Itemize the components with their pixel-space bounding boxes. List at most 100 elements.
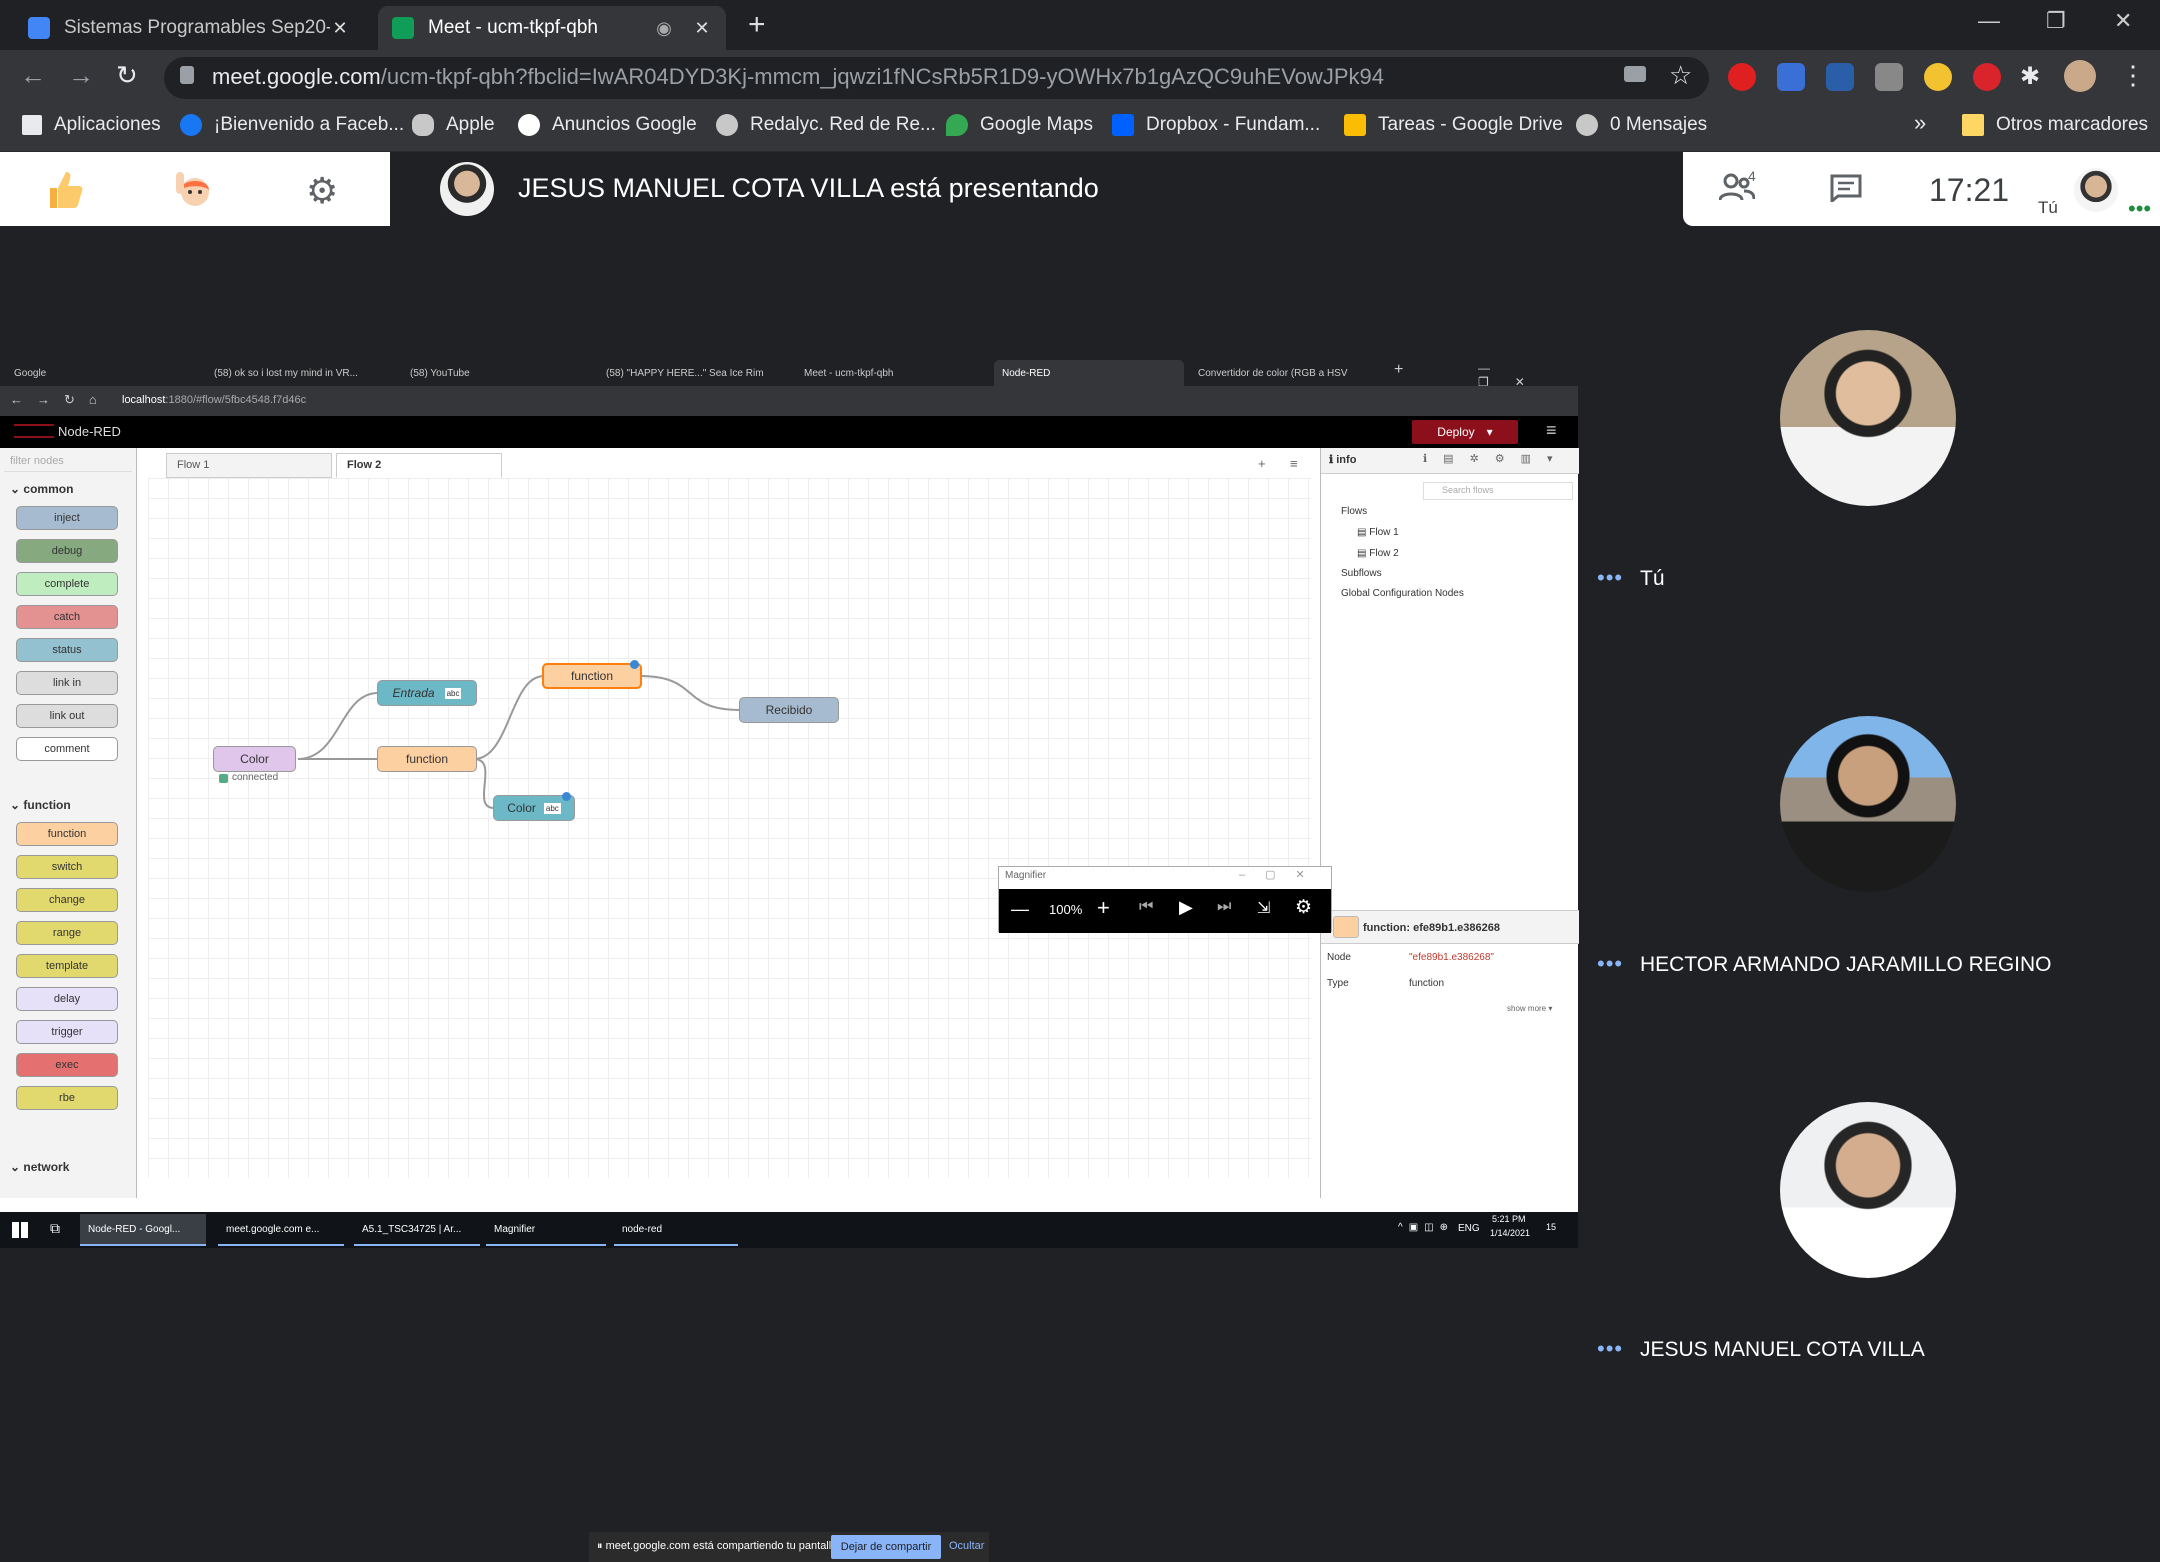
stop-sharing-button[interactable]: Dejar de compartir	[831, 1535, 941, 1559]
bookmark-redalyc[interactable]: Redalyc. Red de Re...	[716, 114, 936, 136]
function-node-icon	[1333, 916, 1359, 938]
browser-tab-meet[interactable]: Meet - ucm-tkpf-qbh ◉ ✕	[378, 6, 726, 50]
bookmark-google-drive[interactable]: Tareas - Google Drive	[1344, 114, 1563, 136]
global-config-heading[interactable]: Global Configuration Nodes	[1341, 588, 1464, 599]
changed-indicator	[630, 660, 639, 669]
shared-screen: Google (58) ok so i lost my mind in VR..…	[0, 356, 1579, 1562]
tray-icons[interactable]: ^▣◫⊕	[1398, 1222, 1454, 1233]
reload-icon[interactable]: ↻	[116, 60, 138, 91]
windows-start-icon[interactable]	[12, 1222, 28, 1238]
extensions-puzzle-icon[interactable]: ✱	[2020, 62, 2040, 91]
settings-gear-icon[interactable]: ⚙	[306, 170, 338, 212]
forward-icon[interactable]: →	[68, 60, 94, 91]
participant-name: Tú	[1640, 567, 1665, 590]
bookmark-google-maps[interactable]: Google Maps	[946, 114, 1093, 136]
participant-video-self[interactable]	[1780, 330, 1956, 506]
taskbar-item-node-red[interactable]: node-red	[614, 1214, 738, 1246]
search-flows-input[interactable]: Search flows	[1423, 482, 1573, 500]
tab-info[interactable]: ℹ info	[1329, 453, 1356, 466]
tab-title: Meet - ucm-tkpf-qbh	[428, 17, 598, 38]
new-tab-button[interactable]: +	[748, 8, 766, 42]
subflows-heading[interactable]: Subflows	[1341, 568, 1382, 579]
taskbar-item-chrome-meet[interactable]: meet.google.com e...	[218, 1214, 344, 1246]
participant-name: JESUS MANUEL COTA VILLA	[1640, 1338, 1925, 1361]
bookmark-facebook[interactable]: ¡Bienvenido a Faceb...	[180, 114, 404, 136]
bookmark-dropbox[interactable]: Dropbox - Fundam...	[1112, 114, 1320, 136]
presenter-avatar	[440, 162, 494, 216]
close-icon[interactable]: ✕	[692, 18, 712, 39]
type-key-label: Type	[1327, 978, 1349, 989]
meet-icon	[392, 17, 414, 39]
bookmark-google-ads[interactable]: Anuncios Google	[518, 114, 697, 136]
participant-count: 4	[1748, 168, 1756, 184]
classroom-icon	[28, 17, 50, 39]
participant-name: HECTOR ARMANDO JARAMILLO REGINO	[1640, 953, 2052, 976]
flows-heading[interactable]: Flows	[1341, 506, 1367, 517]
extension-icon[interactable]	[1875, 63, 1903, 91]
participant-video-hector[interactable]	[1780, 716, 1956, 892]
profile-avatar[interactable]	[2064, 60, 2096, 92]
camera-icon[interactable]	[1624, 66, 1646, 82]
hide-share-bar-button[interactable]: Ocultar	[949, 1540, 984, 1552]
node-info-title: function: efe89b1.e386268	[1363, 922, 1500, 934]
zoom-in-icon[interactable]: +	[1097, 895, 1110, 921]
participant-video-jesus[interactable]	[1780, 1102, 1956, 1278]
flow-item-2[interactable]: ▤ Flow 2	[1357, 548, 1399, 559]
minimize-icon[interactable]: —	[1978, 8, 2000, 34]
tray-time[interactable]: 5:21 PM	[1492, 1214, 1526, 1224]
task-view-icon[interactable]: ⧉	[50, 1220, 60, 1237]
magnifier-settings-icon[interactable]: ⚙	[1295, 896, 1312, 919]
taskbar-item-magnifier[interactable]: Magnifier	[486, 1214, 606, 1246]
show-more-link[interactable]: show more ▾	[1507, 1004, 1552, 1013]
flow-node-recibido[interactable]: Recibido	[739, 697, 839, 723]
close-window-icon[interactable]: ✕	[2114, 8, 2132, 34]
flow-item-1[interactable]: ▤ Flow 1	[1357, 527, 1399, 538]
close-icon[interactable]: ✕	[330, 18, 350, 39]
magnifier-window-controls[interactable]: –▢✕	[1239, 868, 1325, 881]
restore-icon[interactable]: ❐	[2046, 8, 2066, 34]
presenting-banner: JESUS MANUEL COTA VILLA está presentando	[518, 173, 1099, 203]
extension-icon[interactable]	[1777, 63, 1805, 91]
magnifier-title: Magnifier	[1005, 870, 1047, 881]
notification-count[interactable]: 15	[1546, 1222, 1556, 1232]
bookmark-other[interactable]: Otros marcadores	[1962, 114, 2148, 136]
sidebar-tool-icons[interactable]: ℹ▤✲⚙▥▾	[1423, 452, 1569, 465]
bookmark-mensajes[interactable]: 0 Mensajes	[1576, 114, 1707, 136]
flow-node-function[interactable]: function	[377, 746, 477, 772]
menu-icon[interactable]: ⋮	[2120, 60, 2146, 91]
flow-node-color-in[interactable]: Color	[213, 746, 296, 772]
tray-date[interactable]: 1/14/2021	[1490, 1228, 1530, 1238]
flow-node-function-selected[interactable]: function	[542, 663, 642, 689]
taskbar-item-chrome-nodered[interactable]: Node-RED - Googl...	[80, 1214, 206, 1246]
more-bookmarks[interactable]: »	[1914, 110, 1926, 136]
browser-tab-sistemas[interactable]: Sistemas Programables Sep20-Er ✕	[14, 6, 364, 50]
participant-more-icon[interactable]: •••	[1597, 565, 1623, 591]
participant-more-icon[interactable]: •••	[1597, 951, 1623, 977]
next-icon[interactable]: ⏭	[1217, 898, 1231, 916]
read-from-here-icon[interactable]: ⇲	[1257, 898, 1270, 918]
extension-icon[interactable]	[1973, 63, 2001, 91]
chat-icon[interactable]	[1830, 174, 1862, 205]
taskbar-item-arduino[interactable]: A5.1_TSC34725 | Ar...	[354, 1214, 480, 1246]
extension-thumbs-icon[interactable]	[1924, 63, 1952, 91]
thumbs-up-icon[interactable]	[44, 168, 84, 212]
zoom-out-icon[interactable]: —	[1011, 899, 1029, 920]
self-avatar	[2074, 168, 2118, 212]
meeting-clock: 17:21	[1929, 172, 2010, 208]
flow-node-entrada[interactable]: Entrada abc	[377, 680, 477, 706]
back-icon[interactable]: ←	[20, 60, 46, 91]
bookmark-apps[interactable]: Aplicaciones	[22, 114, 161, 136]
star-icon[interactable]: ☆	[1669, 60, 1692, 91]
tray-language[interactable]: ENG	[1458, 1223, 1480, 1234]
magnifier-toolbar: — 100% + ⏮ ▶ ⏭ ⇲ ⚙	[999, 889, 1331, 933]
more-options-icon[interactable]: •••	[2128, 196, 2151, 222]
extension-adblock-icon[interactable]	[1728, 63, 1756, 91]
prev-icon[interactable]: ⏮	[1139, 898, 1153, 916]
play-icon[interactable]: ▶	[1179, 897, 1193, 918]
participant-more-icon[interactable]: •••	[1597, 1336, 1623, 1362]
node-key-label: Node	[1327, 952, 1351, 963]
url-text[interactable]: meet.google.com/ucm-tkpf-qbh?fbclid=IwAR…	[212, 64, 1384, 90]
extension-book-icon[interactable]	[1826, 63, 1854, 91]
raise-hand-icon[interactable]	[170, 164, 220, 214]
bookmark-apple[interactable]: Apple	[412, 114, 495, 136]
